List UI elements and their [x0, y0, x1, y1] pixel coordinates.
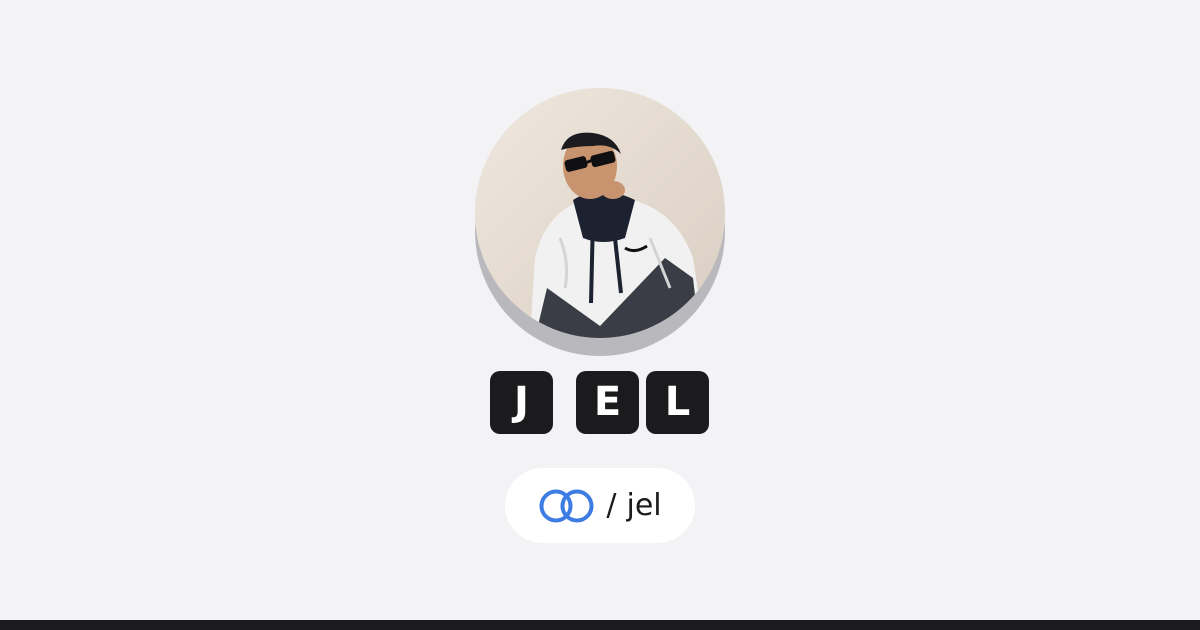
handle-prefix: / — [606, 487, 617, 523]
bottom-bar — [0, 620, 1200, 630]
linked-rings-icon — [538, 488, 596, 524]
avatar-photo — [475, 88, 725, 338]
name-letter-tile: L — [646, 371, 709, 434]
name-letter-tile: E — [576, 371, 639, 434]
handle-text: jel — [626, 487, 662, 523]
avatar-container — [475, 88, 727, 358]
avatar — [475, 88, 725, 338]
name-letter-tile: J — [490, 371, 553, 434]
profile-link-pill[interactable]: / jel — [505, 468, 695, 543]
profile-name: J E L — [490, 371, 710, 435]
